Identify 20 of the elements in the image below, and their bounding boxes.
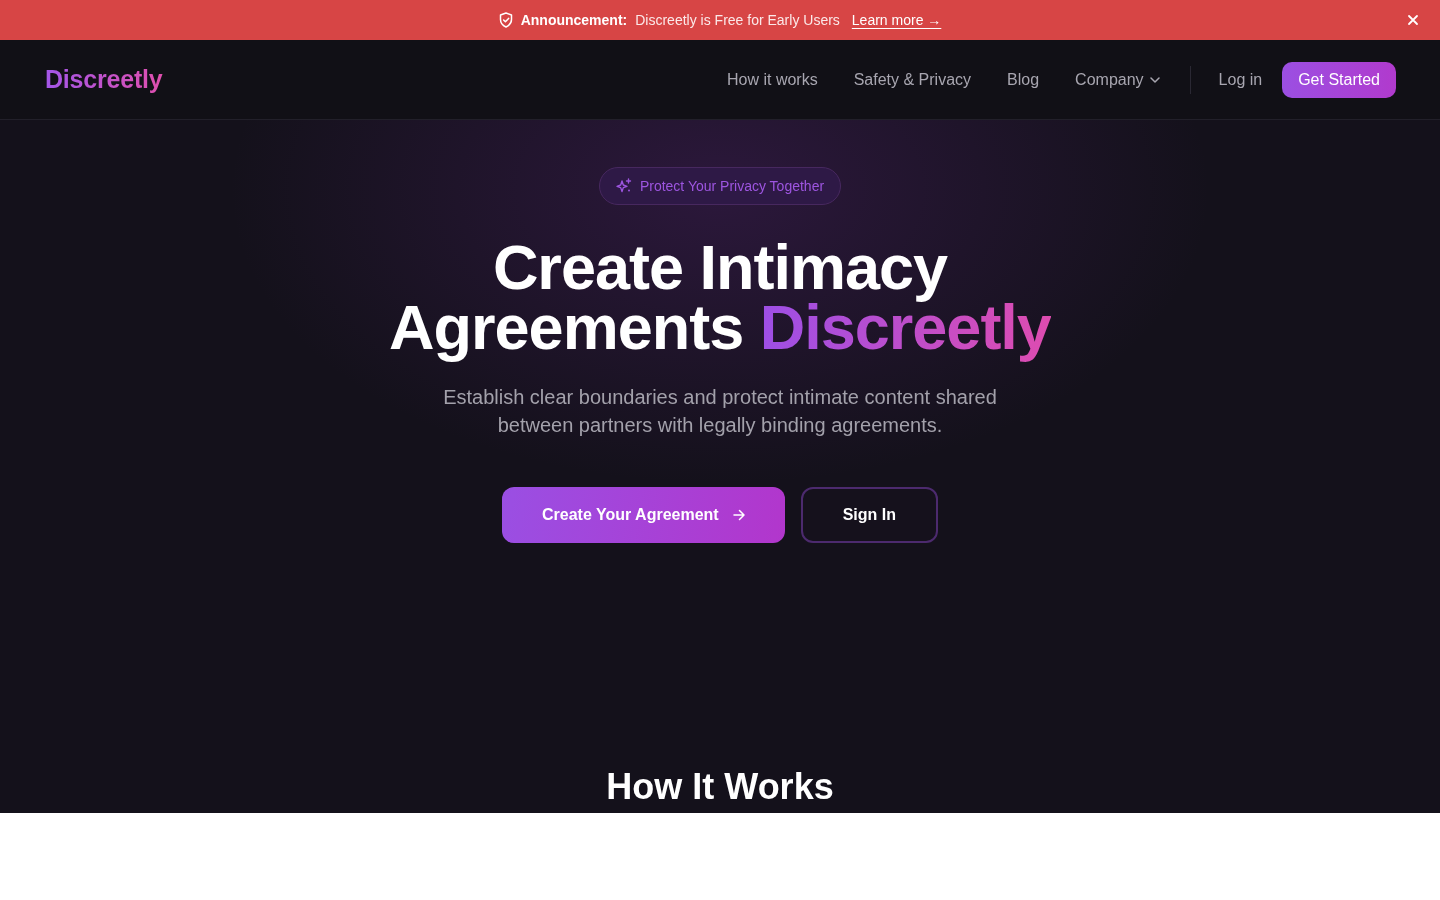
announcement-label: Announcement: xyxy=(520,10,628,30)
shield-check-icon xyxy=(498,12,513,28)
create-agreement-button[interactable]: Create Your Agreement xyxy=(502,487,785,543)
arrow-right-icon xyxy=(732,509,745,521)
nav-dropdown[interactable]: Company xyxy=(1075,67,1160,92)
chevron-down-icon xyxy=(1149,76,1160,83)
nav-link[interactable]: Blog xyxy=(1007,67,1040,92)
nav-link[interactable]: Safety & Privacy xyxy=(853,67,972,92)
close-icon[interactable] xyxy=(1406,13,1420,27)
hero-subtitle: Establish clear boundaries and protect intimate content shared between partners with legally binding agreements. xyxy=(442,385,998,438)
announcement-text: Discreetly is Free for Early Users xyxy=(635,10,840,30)
section-heading: How It Works xyxy=(606,765,834,809)
hero-heading: Create Intimacy Agreements Discreetly xyxy=(388,235,1052,364)
nav-link[interactable]: How it works xyxy=(727,67,818,92)
tagline-badge: Protect Your Privacy Together xyxy=(598,167,842,205)
get-started-button[interactable]: Get Started xyxy=(1282,61,1396,98)
sign-in-button[interactable]: Sign In xyxy=(800,487,938,543)
sparkle-icon xyxy=(615,178,632,194)
learn-more-link[interactable]: Learn more → xyxy=(851,9,942,31)
login-link[interactable]: Log in xyxy=(1218,67,1263,92)
